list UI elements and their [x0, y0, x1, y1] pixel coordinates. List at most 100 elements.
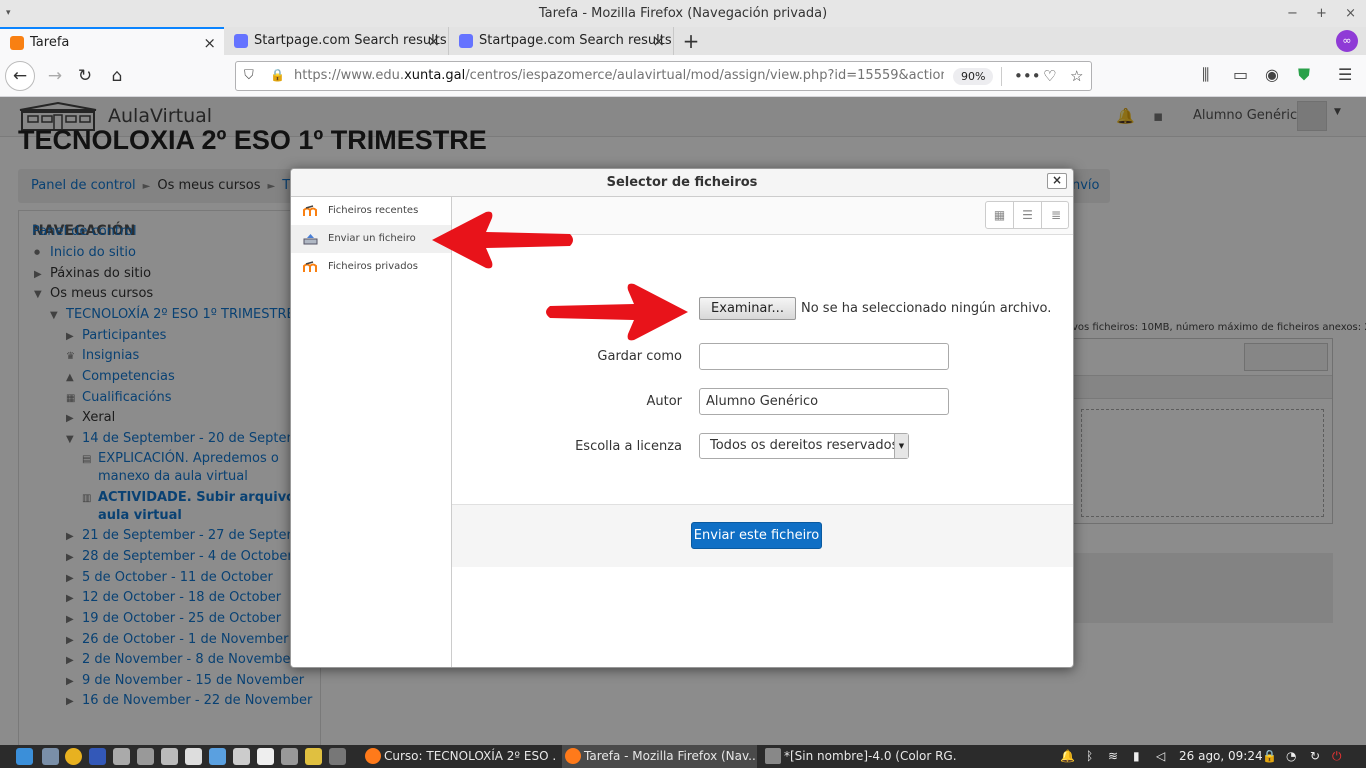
tab-bar: Tarefa × Startpage.com Search results × …	[0, 27, 1366, 55]
new-tab-button[interactable]: +	[680, 27, 702, 55]
bookmark-star-icon[interactable]: ☆	[1070, 62, 1083, 90]
tab-startpage-2[interactable]: Startpage.com Search results ×	[449, 27, 674, 55]
moodle-icon	[303, 205, 317, 216]
clock[interactable]: 26 ago, 09:24	[1179, 745, 1263, 768]
save-as-label: Gardar como	[597, 349, 682, 364]
forward-button[interactable]: →	[42, 63, 68, 89]
writer-icon[interactable]	[257, 748, 274, 765]
license-select[interactable]: Todos os dereitos reservados ▼	[699, 433, 909, 459]
wifi-icon[interactable]: ≋	[1108, 745, 1118, 768]
calculator-icon[interactable]	[161, 748, 178, 765]
notification-icon[interactable]: 🔔	[1060, 745, 1075, 768]
tracking-shield-icon[interactable]: ⛉	[244, 68, 254, 83]
system-taskbar: Curso: TECNOLOXÍA 2º ESO ... Tarefa - Mo…	[0, 745, 1366, 768]
view-switcher: ▦ ☰ ≣	[985, 201, 1069, 229]
timer-icon[interactable]: ◔	[1286, 745, 1296, 768]
chrome-icon[interactable]	[65, 748, 82, 765]
tab-label: Tarefa	[30, 35, 70, 50]
dialog-footer: Enviar este ficheiro	[452, 504, 1073, 567]
files-icon[interactable]	[42, 748, 59, 765]
close-window-button[interactable]: ×	[1345, 6, 1356, 21]
maximize-button[interactable]: +	[1316, 6, 1327, 21]
refresh-icon[interactable]: ↻	[1310, 745, 1320, 768]
dialog-title: Selector de ficheiros ×	[291, 169, 1073, 197]
tree-view-icon[interactable]: ≣	[1042, 202, 1070, 228]
lock-icon[interactable]: 🔒	[1262, 745, 1277, 768]
battery-icon[interactable]: ▮	[1133, 745, 1140, 768]
upload-file-button[interactable]: Enviar este ficheiro	[691, 522, 822, 549]
task-label: Tarefa - Mozilla Firefox (Nav...	[584, 749, 757, 763]
license-selected-value: Todos os dereitos reservados	[710, 438, 899, 453]
task-label: Curso: TECNOLOXÍA 2º ESO ...	[384, 749, 557, 763]
window-controls: − + ×	[1273, 0, 1356, 27]
app-icon[interactable]	[89, 748, 106, 765]
tab-startpage-1[interactable]: Startpage.com Search results ×	[224, 27, 449, 55]
power-icon[interactable]: ⏻	[1332, 745, 1342, 768]
account-icon[interactable]: ◉	[1265, 65, 1279, 84]
game-icon[interactable]	[305, 748, 322, 765]
file-picker-dialog: Selector de ficheiros × Ficheiros recent…	[290, 168, 1074, 668]
list-view-icon[interactable]: ☰	[1014, 202, 1042, 228]
task-tarefa[interactable]: Tarefa - Mozilla Firefox (Nav...	[562, 745, 757, 768]
notes-icon[interactable]	[233, 748, 250, 765]
lock-icon[interactable]: 🔒	[270, 68, 285, 82]
extension-shield-icon[interactable]: ⛊	[1298, 65, 1310, 85]
window-menu-icon[interactable]: ▾	[6, 0, 11, 27]
repository-label: Enviar un ficheiro	[328, 233, 416, 244]
task-course[interactable]: Curso: TECNOLOXÍA 2º ESO ...	[362, 745, 557, 768]
editor-icon[interactable]	[185, 748, 202, 765]
firefox-icon	[565, 748, 581, 764]
author-field[interactable]: Alumno Genérico	[699, 388, 949, 415]
app-icon[interactable]	[329, 748, 346, 765]
back-button[interactable]: ←	[5, 61, 35, 91]
url-text[interactable]: https://www.edu.xunta.gal/centros/iespaz…	[294, 62, 944, 90]
close-dialog-button[interactable]: ×	[1047, 173, 1067, 189]
tab-tarefa[interactable]: Tarefa ×	[0, 27, 224, 55]
browse-button[interactable]: Examinar...	[699, 297, 796, 320]
upload-form: Examinar... No se ha seleccionado ningún…	[452, 235, 1073, 505]
home-button[interactable]: ⌂	[104, 63, 130, 89]
save-as-field[interactable]	[699, 343, 949, 370]
window-titlebar: ▾ Tarefa - Mozilla Firefox (Navegación p…	[0, 0, 1366, 27]
icons-view-icon[interactable]: ▦	[986, 202, 1014, 228]
sidebar-icon[interactable]: ▭	[1233, 65, 1248, 84]
task-label: *[Sin nombre]-4.0 (Color RG...	[784, 749, 957, 763]
volume-icon[interactable]: ◁	[1156, 745, 1165, 768]
reload-button[interactable]: ↻	[72, 63, 98, 89]
repository-label: Ficheiros privados	[328, 261, 418, 272]
image-editor-icon	[765, 748, 781, 764]
chevron-down-icon[interactable]: ▼	[894, 434, 908, 458]
repository-recent-files[interactable]: Ficheiros recentes	[291, 197, 451, 225]
repository-private-files[interactable]: Ficheiros privados	[291, 253, 451, 281]
divider	[1001, 67, 1002, 86]
hamburger-menu-icon[interactable]: ☰	[1338, 65, 1352, 84]
file-status-text: No se ha seleccionado ningún archivo.	[801, 301, 1052, 316]
tab-label: Startpage.com Search results	[254, 33, 447, 48]
repository-label: Ficheiros recentes	[328, 205, 419, 216]
dialog-title-text: Selector de ficheiros	[606, 175, 758, 190]
close-tab-icon[interactable]: ×	[652, 27, 665, 55]
zoom-level-badge[interactable]: 90%	[953, 68, 994, 85]
annotation-arrow-right	[546, 283, 688, 341]
document-icon[interactable]	[209, 748, 226, 765]
minimize-button[interactable]: −	[1287, 6, 1298, 21]
url-bar[interactable]: ⛉ 🔒 https://www.edu.xunta.gal/centros/ie…	[235, 61, 1092, 91]
repository-upload-file[interactable]: Enviar un ficheiro	[291, 225, 451, 253]
firefox-icon	[365, 748, 381, 764]
terminal-icon[interactable]	[137, 748, 154, 765]
startpage-icon	[459, 34, 473, 48]
mail-icon[interactable]	[281, 748, 298, 765]
close-tab-icon[interactable]: ×	[203, 29, 216, 57]
page-actions-icon[interactable]: •••	[1014, 62, 1041, 90]
start-menu-icon[interactable]	[16, 748, 33, 765]
moodle-icon	[10, 36, 24, 50]
moodle-icon	[303, 261, 317, 272]
folder-icon[interactable]	[113, 748, 130, 765]
task-image-editor[interactable]: *[Sin nombre]-4.0 (Color RG...	[762, 745, 957, 768]
bluetooth-icon[interactable]: ᛒ	[1086, 745, 1093, 768]
pocket-icon[interactable]: ♡	[1043, 62, 1056, 90]
close-tab-icon[interactable]: ×	[427, 27, 440, 55]
library-icon[interactable]: ⫼	[1202, 65, 1209, 85]
license-label: Escolla a licenza	[575, 439, 682, 454]
author-label: Autor	[646, 394, 682, 409]
